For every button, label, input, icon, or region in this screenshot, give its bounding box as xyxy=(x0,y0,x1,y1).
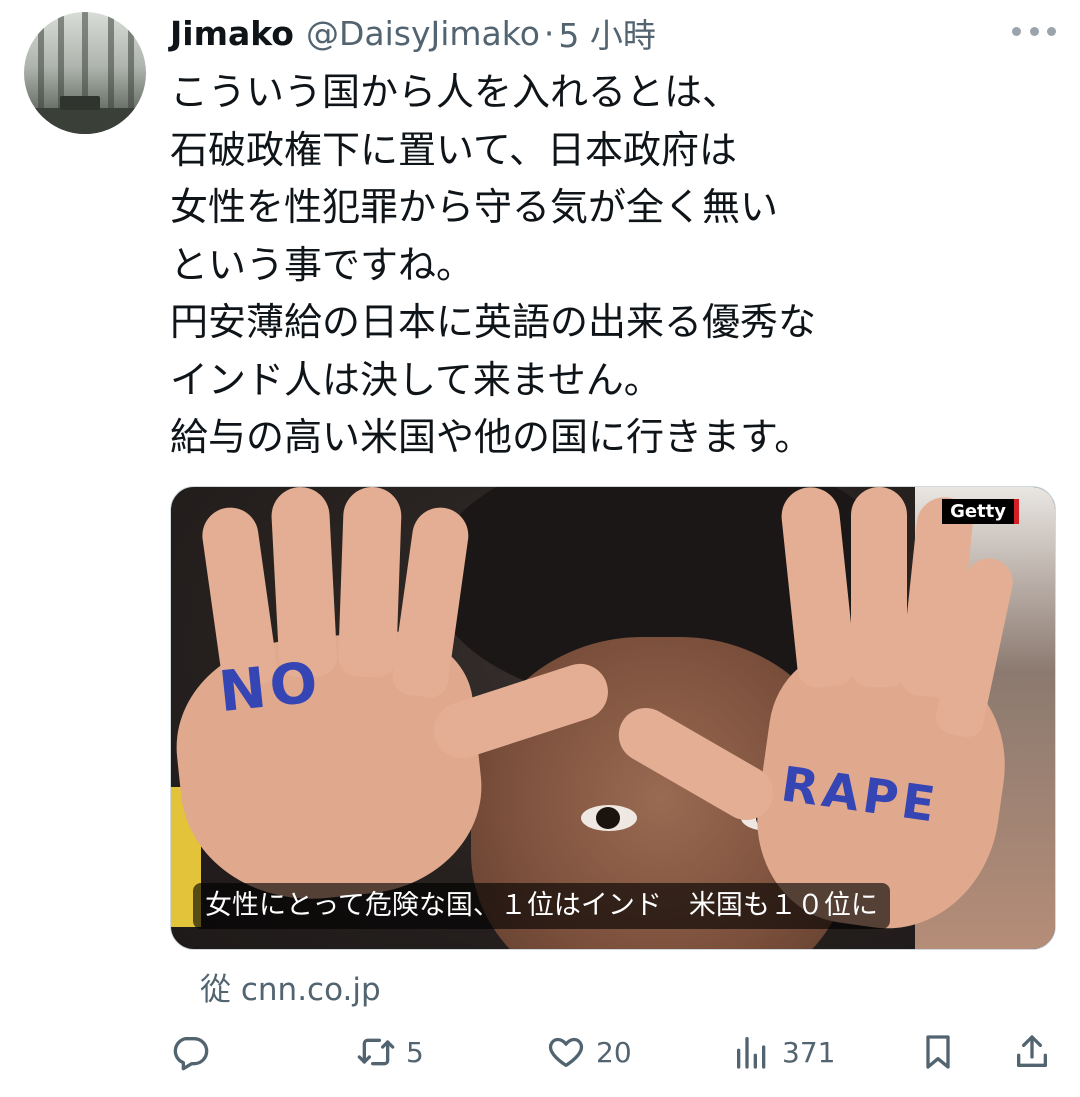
retweet-count: 5 xyxy=(406,1035,424,1069)
tweet-header: Jimako @DaisyJimako · 5 小時 xyxy=(170,10,656,56)
tweet-text-line: 円安薄給の日本に英語の出来る優秀な xyxy=(170,300,817,344)
reply-icon xyxy=(173,1037,209,1071)
share-icon xyxy=(1017,1035,1047,1067)
views-button[interactable]: 371 xyxy=(732,1026,835,1078)
timestamp[interactable]: 5 小時 xyxy=(558,9,656,57)
retweet-icon xyxy=(357,1038,395,1066)
tweet-text-line: 給与の高い米国や他の国に行きます。 xyxy=(170,415,813,459)
tweet-text-line: 石破政権下に置いて、日本政府は xyxy=(170,127,737,172)
dot xyxy=(1047,26,1056,36)
tweet-text-line: という事ですね。 xyxy=(170,242,475,287)
views-count: 371 xyxy=(782,1035,836,1069)
bookmark-button[interactable] xyxy=(918,1026,958,1078)
card-hand-text: NO xyxy=(215,649,325,726)
avatar[interactable] xyxy=(24,12,146,134)
avatar-ground xyxy=(24,108,146,134)
tweet-text-line: インド人は決して来ません。 xyxy=(170,357,662,402)
heart-icon xyxy=(548,1037,584,1067)
dot xyxy=(1029,26,1039,36)
card-finger xyxy=(851,487,907,687)
card-finger xyxy=(270,487,338,679)
separator: · xyxy=(543,13,555,53)
tweet-text-line: 女性を性犯罪から守る気が全く無い xyxy=(170,185,779,229)
retweet-button[interactable]: 5 xyxy=(356,1026,424,1078)
reply-button[interactable] xyxy=(170,1026,220,1078)
avatar-bench xyxy=(60,96,100,110)
link-card[interactable]: NO RAPE Getty 女性にとって危険な国、１位はインド 米国も１０位に xyxy=(170,486,1056,950)
dot xyxy=(1012,26,1021,36)
user-handle[interactable]: @DaisyJimako xyxy=(306,14,540,53)
bookmark-icon xyxy=(926,1035,950,1069)
action-bar: 5 20 371 xyxy=(170,1026,1054,1078)
views-icon xyxy=(737,1037,766,1069)
share-button[interactable] xyxy=(1012,1026,1052,1078)
more-options-icon[interactable] xyxy=(1012,18,1056,44)
like-button[interactable]: 20 xyxy=(546,1026,632,1078)
card-eye xyxy=(581,805,637,831)
display-name[interactable]: Jimako xyxy=(170,14,294,53)
like-count: 20 xyxy=(596,1035,632,1069)
card-finger xyxy=(337,487,403,678)
tweet-text: こういう国から人を入れるとは、 石破政権下に置いて、日本政府は 女性を性犯罪から… xyxy=(170,64,1050,467)
tweet-text-line: こういう国から人を入れるとは、 xyxy=(170,70,741,114)
card-source[interactable]: 從 cnn.co.jp xyxy=(200,964,381,1009)
card-caption: 女性にとって危険な国、１位はインド 米国も１０位に xyxy=(193,883,890,929)
getty-badge: Getty xyxy=(942,499,1019,524)
